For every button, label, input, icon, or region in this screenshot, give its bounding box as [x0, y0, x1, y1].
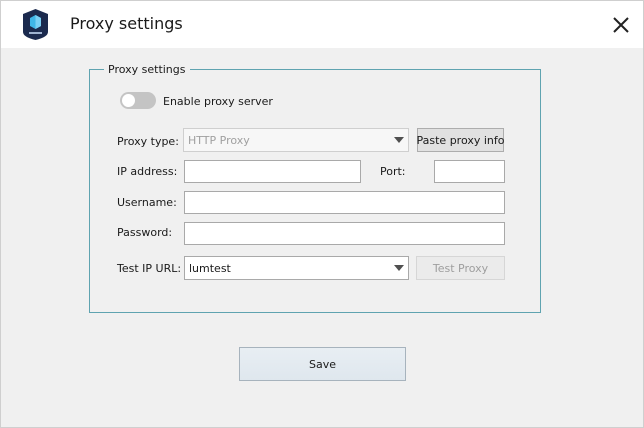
proxy-type-value: HTTP Proxy — [188, 133, 250, 147]
username-label: Username: — [117, 196, 177, 209]
group-legend: Proxy settings — [104, 63, 190, 76]
chevron-down-icon — [394, 137, 404, 143]
proxy-type-select[interactable]: HTTP Proxy — [183, 128, 409, 152]
enable-proxy-label: Enable proxy server — [163, 95, 273, 108]
close-icon — [613, 17, 629, 33]
enable-proxy-toggle[interactable] — [120, 92, 156, 109]
password-label: Password: — [117, 226, 173, 239]
save-button[interactable]: Save — [239, 347, 406, 381]
test-ip-url-label: Test IP URL: — [117, 262, 182, 275]
title-bar: Proxy settings — [1, 1, 643, 48]
test-proxy-button[interactable]: Test Proxy — [416, 256, 505, 280]
port-label: Port: — [380, 165, 406, 178]
chevron-down-icon — [394, 265, 404, 271]
proxy-settings-window: Proxy settings Proxy settings Enable pro… — [0, 0, 644, 428]
toggle-knob — [122, 94, 135, 107]
proxy-type-label: Proxy type: — [117, 135, 179, 148]
app-logo-icon — [23, 9, 48, 40]
test-ip-url-value: lumtest — [189, 261, 231, 275]
ip-address-input[interactable] — [184, 160, 361, 183]
close-button[interactable] — [605, 9, 637, 41]
paste-proxy-info-button[interactable]: Paste proxy info — [417, 128, 505, 152]
window-title: Proxy settings — [70, 14, 183, 33]
test-ip-url-select[interactable]: lumtest — [184, 256, 409, 280]
username-input[interactable] — [184, 191, 505, 214]
port-input[interactable] — [434, 160, 505, 183]
password-input[interactable] — [184, 222, 505, 245]
ip-address-label: IP address: — [117, 165, 178, 178]
